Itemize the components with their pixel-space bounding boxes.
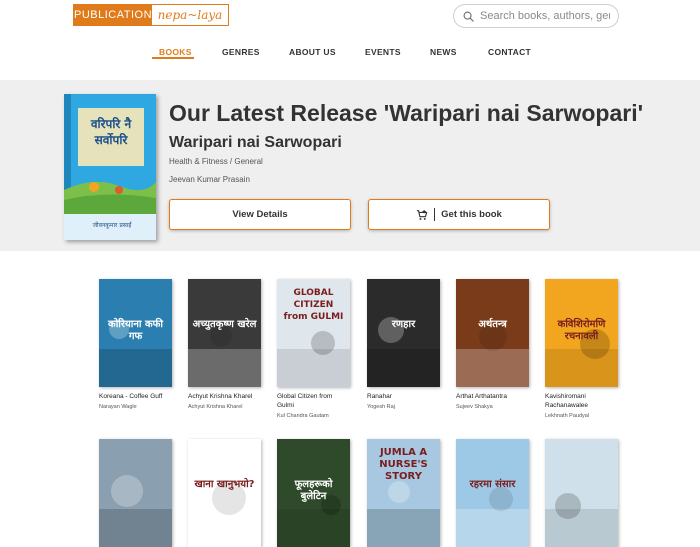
book-card[interactable]: रणहार Ranahar Yogesh Raj xyxy=(367,279,440,411)
search-input[interactable] xyxy=(480,10,610,22)
book-author[interactable]: Yogesh Raj xyxy=(367,403,440,411)
cover-title-text: खाना खानुभयो? xyxy=(194,479,255,490)
cover-art xyxy=(456,487,529,547)
publisher-logo[interactable]: PUBLICATION nepa~laya xyxy=(73,4,229,26)
view-details-label: View Details xyxy=(232,209,288,220)
book-cover[interactable]: खाना खानुभयो? xyxy=(188,439,261,547)
cover-art xyxy=(456,323,529,387)
view-details-button[interactable]: View Details xyxy=(169,199,351,230)
book-title[interactable]: Global Citizen from Gulmi xyxy=(277,392,350,410)
cover-art xyxy=(367,317,440,387)
book-cover[interactable]: कविशिरोमणि रचनावली xyxy=(545,279,618,387)
search-box[interactable] xyxy=(453,4,619,28)
book-card[interactable] xyxy=(99,439,172,547)
top-bar: PUBLICATION nepa~laya xyxy=(0,0,700,32)
book-cover[interactable] xyxy=(99,439,172,547)
featured-cover-author: जीवनकुमार प्रसाईं xyxy=(92,222,132,229)
book-cover[interactable]: फूलहरूको बुलेटिन xyxy=(277,439,350,547)
cover-title-text: रणहार xyxy=(391,319,416,330)
hero-book-genre[interactable]: Health & Fitness / General xyxy=(169,157,263,166)
cart-add-icon xyxy=(416,209,428,220)
main-nav: BOOKS GENRES ABOUT US EVENTS NEWS CONTAC… xyxy=(0,32,700,80)
nav-active-underline xyxy=(152,57,194,59)
logo-publication-text: PUBLICATION xyxy=(74,5,152,25)
book-author[interactable]: Lekhnath Paudyal xyxy=(545,412,618,420)
cover-title-text: अच्युतकृष्ण खरेल xyxy=(192,319,257,330)
book-author[interactable]: Narayan Wagle xyxy=(99,403,172,411)
book-cover[interactable] xyxy=(545,439,618,547)
cover-title-text: JUMLA A NURSE'S STORY xyxy=(379,447,428,482)
cover-title-text: रहरमा संसार xyxy=(469,479,516,490)
book-title[interactable]: Achyut Krishna Kharel xyxy=(188,392,261,401)
latest-release-banner: वरिपरि नै सर्वोपरि जीवनकुमार प्रसाईं Our… xyxy=(0,80,700,251)
cover-art xyxy=(545,493,618,547)
book-card[interactable]: JUMLA A NURSE'S STORY xyxy=(367,439,440,547)
button-separator xyxy=(434,208,436,221)
featured-book-cover[interactable]: वरिपरि नै सर्वोपरि जीवनकुमार प्रसाईं xyxy=(64,94,156,240)
book-cover[interactable]: रहरमा संसार xyxy=(456,439,529,547)
book-author[interactable]: Sujeev Shakya xyxy=(456,403,529,411)
book-cover[interactable]: रणहार xyxy=(367,279,440,387)
cover-title-text: अर्थतन्त्र xyxy=(478,319,507,330)
hero-book-title[interactable]: Waripari nai Sarwopari xyxy=(169,134,342,152)
nav-news[interactable]: NEWS xyxy=(430,47,457,57)
book-title[interactable]: Arthat Arthatantra xyxy=(456,392,529,401)
book-cover[interactable]: GLOBAL CITIZEN from GULMI xyxy=(277,279,350,387)
book-title[interactable]: Ranahar xyxy=(367,392,440,401)
book-card[interactable]: अच्युतकृष्ण खरेल Achyut Krishna Kharel Ach… xyxy=(188,279,261,411)
book-cover[interactable]: JUMLA A NURSE'S STORY xyxy=(367,439,440,547)
hero-heading: Our Latest Release 'Waripari nai Sarwopa… xyxy=(169,100,644,126)
cover-title-text: GLOBAL CITIZEN from GULMI xyxy=(283,288,344,322)
nav-books[interactable]: BOOKS xyxy=(159,47,192,57)
book-card[interactable]: कोरियाना कफी गफ Koreana - Coffee Guff Nara… xyxy=(99,279,172,411)
book-card[interactable]: कविशिरोमणि रचनावली Kavishiromani Rachanaw… xyxy=(545,279,618,420)
search-icon xyxy=(463,11,474,22)
cover-art xyxy=(99,475,172,547)
book-cover[interactable]: अच्युतकृष्ण खरेल xyxy=(188,279,261,387)
book-card[interactable] xyxy=(545,439,618,547)
book-card[interactable]: GLOBAL CITIZEN from GULMI Global Citizen … xyxy=(277,279,350,420)
cover-title-text: कोरियाना कफी गफ xyxy=(108,319,163,342)
nav-genres[interactable]: GENRES xyxy=(222,47,260,57)
book-author[interactable]: Kul Chandra Gautam xyxy=(277,412,350,420)
book-title[interactable]: Kavishiromani Rachanawalee xyxy=(545,392,618,410)
cover-art xyxy=(188,325,261,387)
cover-title-text: फूलहरूको बुलेटिन xyxy=(294,479,333,502)
book-card[interactable]: खाना खानुभयो? xyxy=(188,439,261,547)
book-cover[interactable]: अर्थतन्त्र xyxy=(456,279,529,387)
get-this-book-button[interactable]: Get this book xyxy=(368,199,550,230)
book-card[interactable]: रहरमा संसार xyxy=(456,439,529,547)
book-cover[interactable]: कोरियाना कफी गफ xyxy=(99,279,172,387)
nav-contact[interactable]: CONTACT xyxy=(488,47,531,57)
cover-title-text: कविशिरोमणि रचनावली xyxy=(557,319,606,342)
logo-brand-text: nepa~laya xyxy=(152,5,228,25)
nav-about-us[interactable]: ABOUT US xyxy=(289,47,336,57)
book-title[interactable]: Koreana - Coffee Guff xyxy=(99,392,172,401)
book-author[interactable]: Achyut Krishna Kharel xyxy=(188,403,261,411)
cover-art xyxy=(188,481,261,547)
book-card[interactable]: फूलहरूको बुलेटिन xyxy=(277,439,350,547)
hero-book-author[interactable]: Jeevan Kumar Prasain xyxy=(169,175,250,184)
book-card[interactable]: अर्थतन्त्र Arthat Arthatantra Sujeev Shaky… xyxy=(456,279,529,411)
get-this-book-label: Get this book xyxy=(441,209,502,220)
featured-cover-title: वरिपरि नै सर्वोपरि xyxy=(90,117,132,147)
nav-events[interactable]: EVENTS xyxy=(365,47,401,57)
